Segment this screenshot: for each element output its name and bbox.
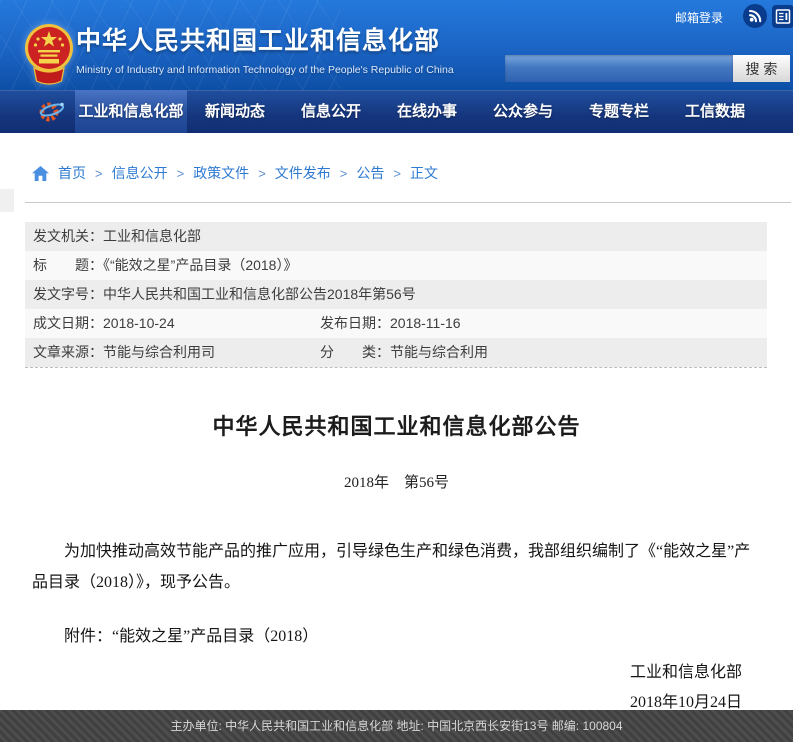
article-title: 中华人民共和国工业和信息化部公告: [25, 409, 768, 441]
rss-icon[interactable]: [743, 4, 767, 28]
article-paragraph: 为加快推动高效节能产品的推广应用，引导绿色生产和绿色消费，我部组织编制了《“能效…: [32, 536, 764, 598]
meta-col2: 分 类：节能与综合利用: [320, 338, 488, 367]
meta-label: 分 类：: [320, 344, 390, 360]
search-input[interactable]: [505, 55, 733, 82]
meta-row-doc-number: 发文字号：中华人民共和国工业和信息化部公告2018年第56号: [25, 280, 767, 309]
site-header: 中华人民共和国工业和信息化部 Ministry of Industry and …: [0, 0, 793, 90]
breadcrumb-separator: >: [258, 166, 266, 181]
meta-label: 发布日期：: [320, 315, 390, 331]
miit-logo-icon[interactable]: [36, 96, 66, 126]
primary-nav: 工业和信息化部 新闻动态 信息公开 在线办事 公众参与 专题专栏 工信数据: [0, 90, 793, 133]
nav-item-data[interactable]: 工信数据: [667, 90, 763, 133]
mobile-news-icon[interactable]: [772, 5, 793, 28]
article-doc-number: 2018年 第56号: [25, 471, 768, 492]
breadcrumb-divider: [25, 202, 791, 203]
breadcrumb-current: 正文: [410, 163, 438, 183]
breadcrumb-announcement[interactable]: 公告: [356, 163, 384, 183]
nav-item-special-topics[interactable]: 专题专栏: [571, 90, 667, 133]
meta-row-issuing-agency: 发文机关：工业和信息化部: [25, 222, 767, 251]
meta-row-title: 标 题：《“能效之星”产品目录（2018）》: [25, 251, 767, 280]
meta-value: 中华人民共和国工业和信息化部公告2018年第56号: [103, 286, 416, 302]
site-subtitle: Ministry of Industry and Information Tec…: [76, 64, 454, 76]
breadcrumb-policy-docs[interactable]: 政策文件: [193, 163, 249, 183]
meta-value: 节能与综合利用: [390, 344, 488, 360]
meta-label: 发文机关：: [33, 228, 103, 244]
nav-item-miit[interactable]: 工业和信息化部: [75, 90, 187, 133]
breadcrumb-doc-release[interactable]: 文件发布: [275, 163, 331, 183]
site-footer: 主办单位: 中华人民共和国工业和信息化部 地址: 中国北京西长安街13号 邮编:…: [0, 710, 793, 742]
breadcrumb-separator: >: [177, 166, 185, 181]
nav-item-online-services[interactable]: 在线办事: [379, 90, 475, 133]
meta-label: 成文日期：: [33, 315, 103, 331]
search-button[interactable]: 搜 索: [733, 55, 790, 82]
edge-widget: [0, 189, 14, 212]
meta-label: 标 题：: [33, 257, 103, 273]
meta-label: 文章来源：: [33, 344, 103, 360]
breadcrumb-separator: >: [393, 166, 401, 181]
attachment-link[interactable]: 附件：“能效之星”产品目录（2018）: [32, 622, 768, 646]
nav-items: 工业和信息化部 新闻动态 信息公开 在线办事 公众参与 专题专栏 工信数据: [75, 90, 763, 133]
site-title: 中华人民共和国工业和信息化部: [76, 21, 454, 57]
breadcrumb-separator: >: [340, 166, 348, 181]
document-meta-table: 发文机关：工业和信息化部 标 题：《“能效之星”产品目录（2018）》 发文字号…: [25, 222, 767, 368]
meta-value: 2018-10-24: [103, 315, 175, 331]
meta-col2: 发布日期：2018-11-16: [320, 309, 461, 338]
nav-item-info-disclosure[interactable]: 信息公开: [283, 90, 379, 133]
mail-login-link[interactable]: 邮箱登录: [675, 9, 723, 26]
breadcrumb: 首页 > 信息公开 > 政策文件 > 文件发布 > 公告 > 正文: [32, 163, 438, 183]
site-title-block: 中华人民共和国工业和信息化部 Ministry of Industry and …: [76, 21, 454, 76]
meta-row-dates: 成文日期：2018-10-24 发布日期：2018-11-16: [25, 309, 767, 338]
meta-value: 2018-11-16: [390, 315, 461, 331]
meta-row-source-category: 文章来源：节能与综合利用司 分 类：节能与综合利用: [25, 338, 767, 367]
home-icon[interactable]: [32, 166, 49, 181]
meta-value: 《“能效之星”产品目录（2018）》: [103, 257, 297, 273]
footer-text: 主办单位: 中华人民共和国工业和信息化部 地址: 中国北京西长安街13号 邮编:…: [170, 719, 622, 733]
article-signature: 工业和信息化部 2018年10月24日: [25, 658, 768, 718]
national-emblem-icon: [24, 23, 74, 87]
nav-item-news[interactable]: 新闻动态: [187, 90, 283, 133]
announcement-article: 中华人民共和国工业和信息化部公告 2018年 第56号 为加快推动高效节能产品的…: [25, 395, 768, 718]
breadcrumb-separator: >: [95, 166, 103, 181]
breadcrumb-info-disclosure[interactable]: 信息公开: [112, 163, 168, 183]
breadcrumb-home[interactable]: 首页: [58, 163, 86, 183]
signer: 工业和信息化部: [25, 658, 742, 688]
meta-label: 发文字号：: [33, 286, 103, 302]
meta-value: 节能与综合利用司: [103, 344, 215, 360]
nav-item-public-participation[interactable]: 公众参与: [475, 90, 571, 133]
meta-value: 工业和信息化部: [103, 228, 201, 244]
